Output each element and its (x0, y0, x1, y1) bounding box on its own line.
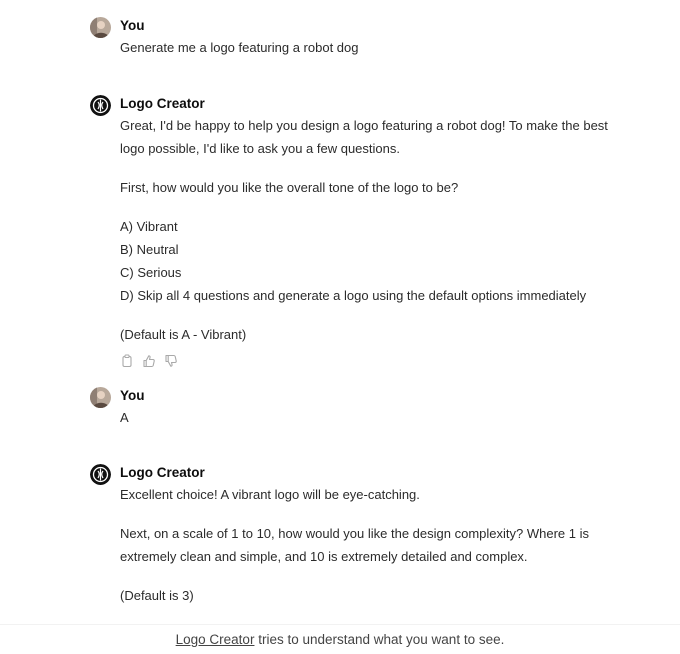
thumbs-down-icon[interactable] (164, 354, 178, 368)
message-text: A (120, 406, 640, 429)
option-item: B) Neutral (120, 242, 179, 257)
message-text: Excellent choice! A vibrant logo will be… (120, 483, 640, 607)
message-line: Great, I'd be happy to help you design a… (120, 118, 608, 133)
option-item: D) Skip all 4 questions and generate a l… (120, 288, 587, 303)
logo-creator-avatar-icon (90, 464, 111, 485)
option-item: A) Vibrant (120, 219, 178, 234)
disclaimer-text: tries to understand what you want to see… (254, 632, 505, 647)
message-author: Logo Creator (120, 96, 205, 111)
message-line: A (120, 410, 129, 425)
default-note: (Default is 3) (120, 588, 194, 603)
user-avatar-icon (90, 387, 111, 408)
message-line: Next, on a scale of 1 to 10, how would y… (120, 526, 589, 541)
message-line: logo possible, I'd like to ask you a few… (120, 141, 400, 156)
copy-icon[interactable] (120, 354, 134, 368)
option-item: C) Serious (120, 265, 182, 280)
message-author: You (120, 388, 145, 403)
default-note: (Default is A - Vibrant) (120, 327, 247, 342)
message-line: Generate me a logo featuring a robot dog (120, 40, 359, 55)
message-line: Excellent choice! A vibrant logo will be… (120, 487, 420, 502)
message-text: Generate me a logo featuring a robot dog (120, 36, 640, 59)
logo-creator-avatar-icon (90, 95, 111, 116)
thumbs-up-icon[interactable] (142, 354, 156, 368)
disclaimer-footer: Logo Creator tries to understand what yo… (0, 624, 680, 654)
user-avatar-icon (90, 17, 111, 38)
message-actions (120, 354, 178, 368)
question-text: First, how would you like the overall to… (120, 180, 459, 195)
message-line: extremely clean and simple, and 10 is ex… (120, 549, 528, 564)
message-text: Great, I'd be happy to help you design a… (120, 114, 640, 346)
message-author: Logo Creator (120, 465, 205, 480)
logo-creator-link[interactable]: Logo Creator (176, 632, 255, 647)
message-author: You (120, 18, 145, 33)
